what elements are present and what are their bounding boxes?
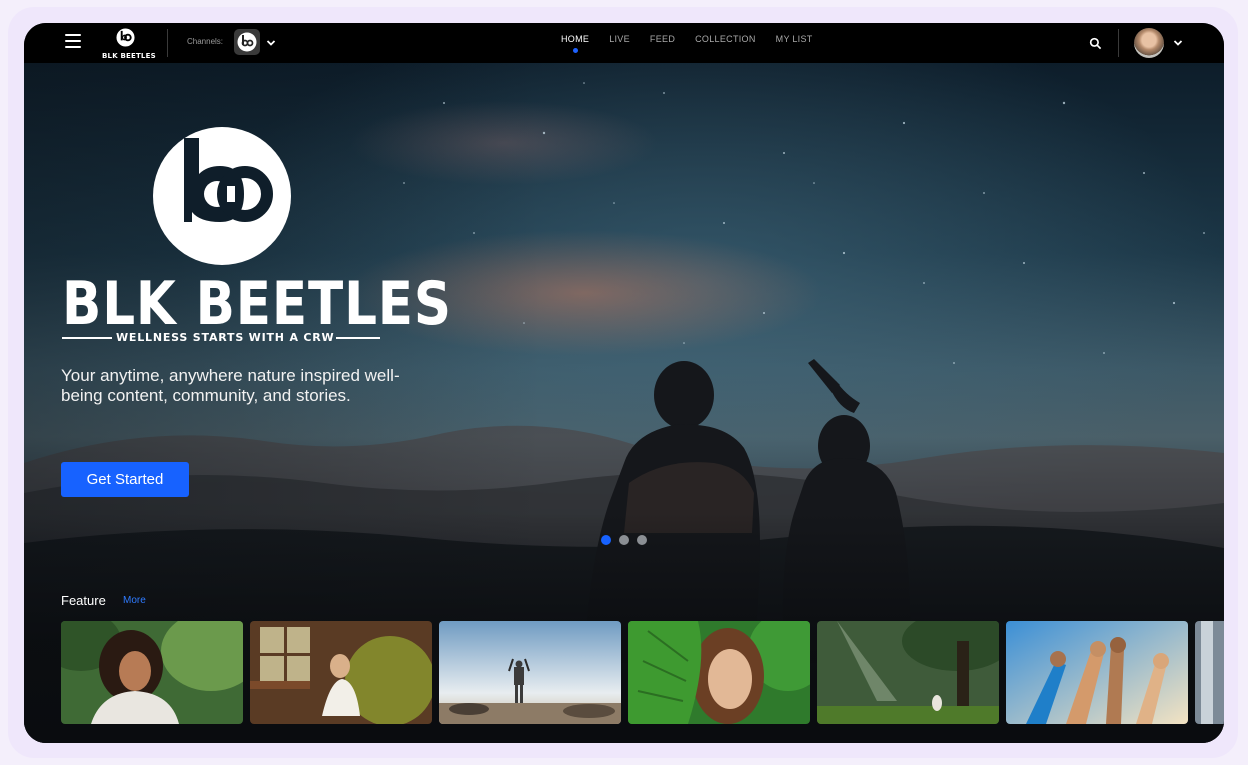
nav-feed[interactable]: FEED <box>650 23 675 63</box>
search-icon[interactable] <box>1089 37 1102 50</box>
bb-logo-icon <box>237 32 257 52</box>
channels-label: Channels: <box>187 37 224 46</box>
tagline-rule <box>62 337 112 339</box>
feature-card[interactable] <box>1195 621 1224 724</box>
carousel-dot[interactable] <box>637 535 647 545</box>
carousel-pagination <box>601 535 647 545</box>
brand-tagline-row: WELLNESS STARTS WITH A CRW <box>62 331 382 347</box>
feature-carousel <box>61 621 1224 725</box>
hero-description: Your anytime, anywhere nature inspired w… <box>61 366 400 405</box>
top-navigation-bar: BLK BEETLES Channels: HOME LIVE FEED COL… <box>24 23 1224 63</box>
carousel-dot[interactable] <box>601 535 611 545</box>
feature-section-title: Feature <box>61 593 106 608</box>
brand-wordmark-small: BLK BEETLES <box>102 52 156 60</box>
brand-tagline: WELLNESS STARTS WITH A CRW <box>116 331 335 344</box>
nav-collection[interactable]: COLLECTION <box>695 23 756 63</box>
feature-card[interactable] <box>439 621 621 724</box>
get-started-button[interactable]: Get Started <box>61 462 189 497</box>
feature-card[interactable] <box>817 621 999 724</box>
bb-logo-icon <box>115 28 135 47</box>
nav-my-list[interactable]: MY LIST <box>776 23 813 63</box>
feature-card[interactable] <box>61 621 243 724</box>
bb-logo-icon <box>153 127 291 265</box>
brand-logo[interactable]: BLK BEETLES <box>102 28 156 60</box>
user-avatar[interactable] <box>1134 28 1164 58</box>
menu-icon[interactable] <box>65 34 81 48</box>
feature-more-link[interactable]: More <box>123 595 146 606</box>
topbar-divider <box>167 29 168 57</box>
nav-live[interactable]: LIVE <box>609 23 630 63</box>
main-navigation: HOME LIVE FEED COLLECTION MY LIST <box>561 23 833 63</box>
feature-card[interactable] <box>1006 621 1188 724</box>
tagline-rule <box>336 337 380 339</box>
app-window: BLK BEETLES Channels: HOME LIVE FEED COL… <box>24 23 1224 743</box>
channel-selector[interactable] <box>234 29 260 55</box>
carousel-dot[interactable] <box>619 535 629 545</box>
chevron-down-icon[interactable] <box>1173 38 1183 48</box>
topbar-divider <box>1118 29 1119 57</box>
hero-brand-wordmark: BLK BEETLES <box>62 269 452 339</box>
feature-card[interactable] <box>250 621 432 724</box>
chevron-down-icon[interactable] <box>266 38 276 48</box>
feature-card[interactable] <box>628 621 810 724</box>
nav-home[interactable]: HOME <box>561 23 589 63</box>
